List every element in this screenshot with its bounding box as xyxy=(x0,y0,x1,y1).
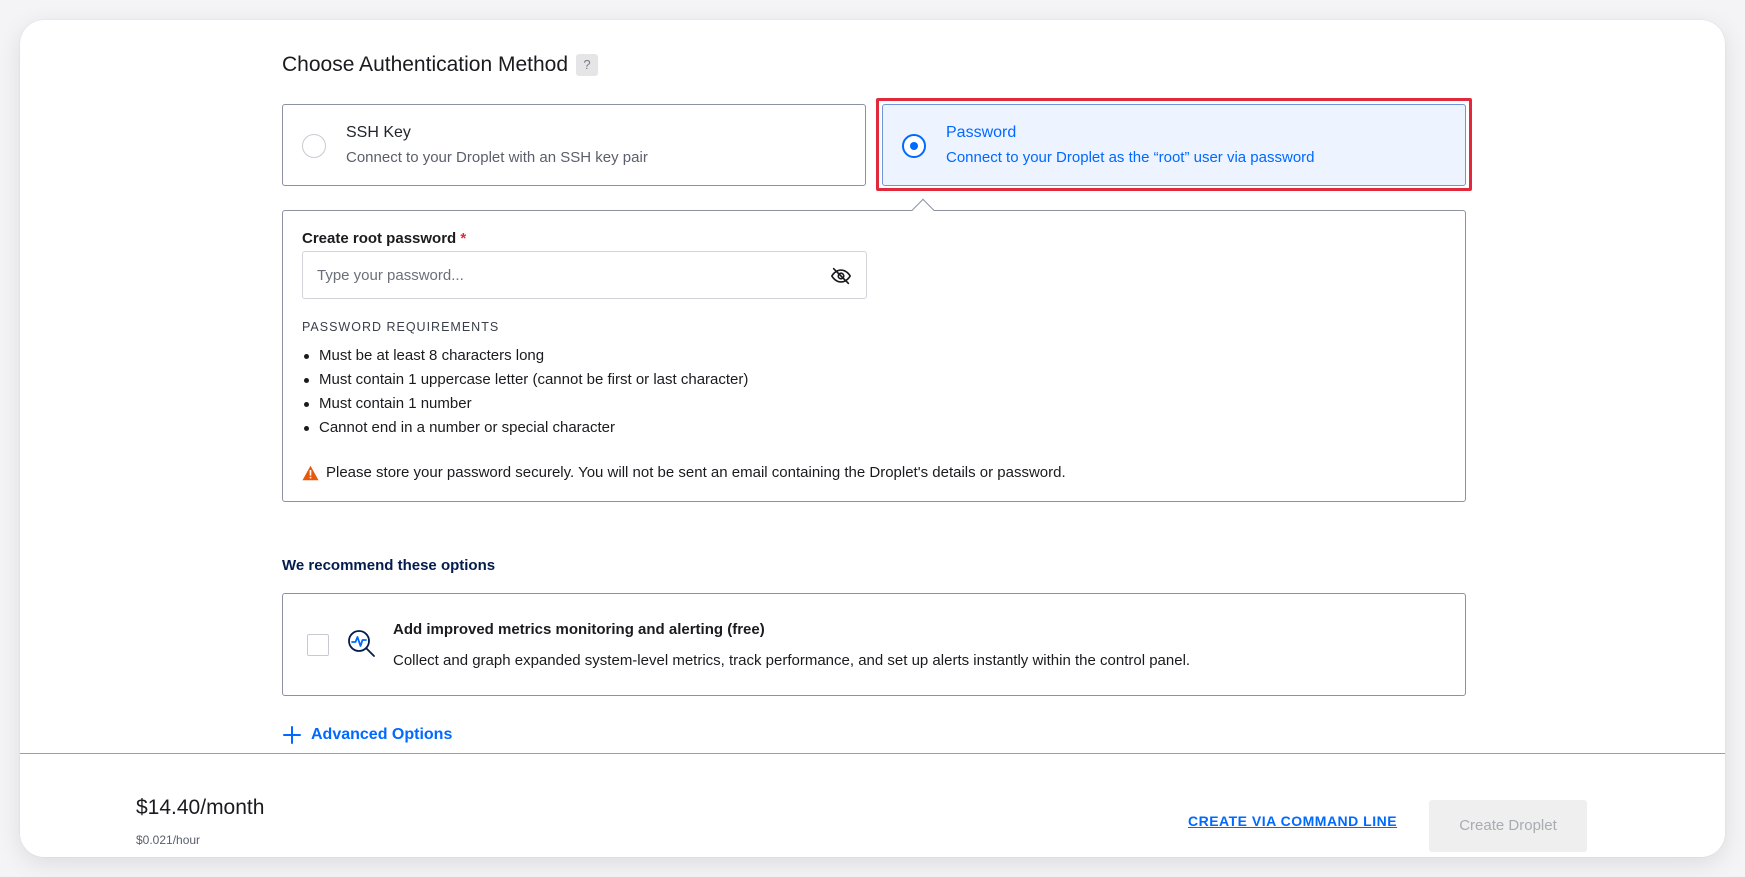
requirements-list: Must be at least 8 characters long Must … xyxy=(302,344,748,440)
ssh-key-text: SSH Key Connect to your Droplet with an … xyxy=(346,124,648,166)
price-per-hour: $0.021/hour xyxy=(136,833,201,847)
ssh-key-title: SSH Key xyxy=(346,124,411,141)
metrics-monitoring-icon xyxy=(348,630,375,657)
monitoring-option[interactable]: Add improved metrics monitoring and aler… xyxy=(282,593,1466,696)
ssh-key-radio[interactable] xyxy=(302,134,326,158)
monitoring-subtitle: Collect and graph expanded system-level … xyxy=(393,652,1191,669)
password-panel: Create root password * PASSWORD REQUIREM… xyxy=(282,198,1466,502)
plus-icon xyxy=(283,726,301,744)
password-label: Create root password * xyxy=(302,230,466,247)
password-warning: Please store your password securely. You… xyxy=(302,464,1066,481)
password-radio[interactable] xyxy=(902,134,926,158)
auth-section-title: Choose Authentication Method ? xyxy=(282,53,599,77)
password-label-text: Create root password xyxy=(302,230,457,247)
requirement-item: Must contain 1 uppercase letter (cannot … xyxy=(302,368,748,392)
monitoring-checkbox[interactable] xyxy=(307,634,329,656)
password-input[interactable] xyxy=(303,252,866,298)
requirement-item: Cannot end in a number or special charac… xyxy=(302,416,748,440)
create-droplet-button[interactable]: Create Droplet xyxy=(1429,800,1587,852)
price-per-month: $14.40/month xyxy=(136,796,265,819)
requirements-heading: PASSWORD REQUIREMENTS xyxy=(302,320,500,334)
password-option-text: Password Connect to your Droplet as the … xyxy=(946,124,1315,166)
warning-text: Please store your password securely. You… xyxy=(326,464,1066,481)
password-option-subtitle: Connect to your Droplet as the “root” us… xyxy=(946,149,1315,166)
advanced-options-toggle[interactable]: Advanced Options xyxy=(282,725,452,745)
footer-bar: $14.40/month $0.021/hour CREATE VIA COMM… xyxy=(20,753,1725,857)
eye-slash-icon[interactable] xyxy=(830,265,852,287)
help-icon[interactable]: ? xyxy=(576,54,599,76)
required-mark: * xyxy=(460,230,467,247)
app-window: Choose Authentication Method ? SSH Key C… xyxy=(20,20,1725,857)
panel-pointer xyxy=(911,198,935,222)
password-field xyxy=(302,251,867,299)
requirement-item: Must be at least 8 characters long xyxy=(302,344,748,368)
create-via-command-line-link[interactable]: CREATE VIA COMMAND LINE xyxy=(1188,813,1397,829)
password-option-title: Password xyxy=(946,124,1017,141)
auth-option-ssh-key[interactable]: SSH Key Connect to your Droplet with an … xyxy=(282,104,866,186)
monitoring-title: Add improved metrics monitoring and aler… xyxy=(393,621,765,638)
requirement-item: Must contain 1 number xyxy=(302,392,748,416)
auth-option-password[interactable]: Password Connect to your Droplet as the … xyxy=(882,104,1466,186)
warning-icon xyxy=(302,465,319,480)
recommend-heading: We recommend these options xyxy=(282,557,496,574)
ssh-key-subtitle: Connect to your Droplet with an SSH key … xyxy=(346,149,648,166)
advanced-options-label: Advanced Options xyxy=(311,726,453,743)
auth-title-text: Choose Authentication Method xyxy=(282,53,569,76)
